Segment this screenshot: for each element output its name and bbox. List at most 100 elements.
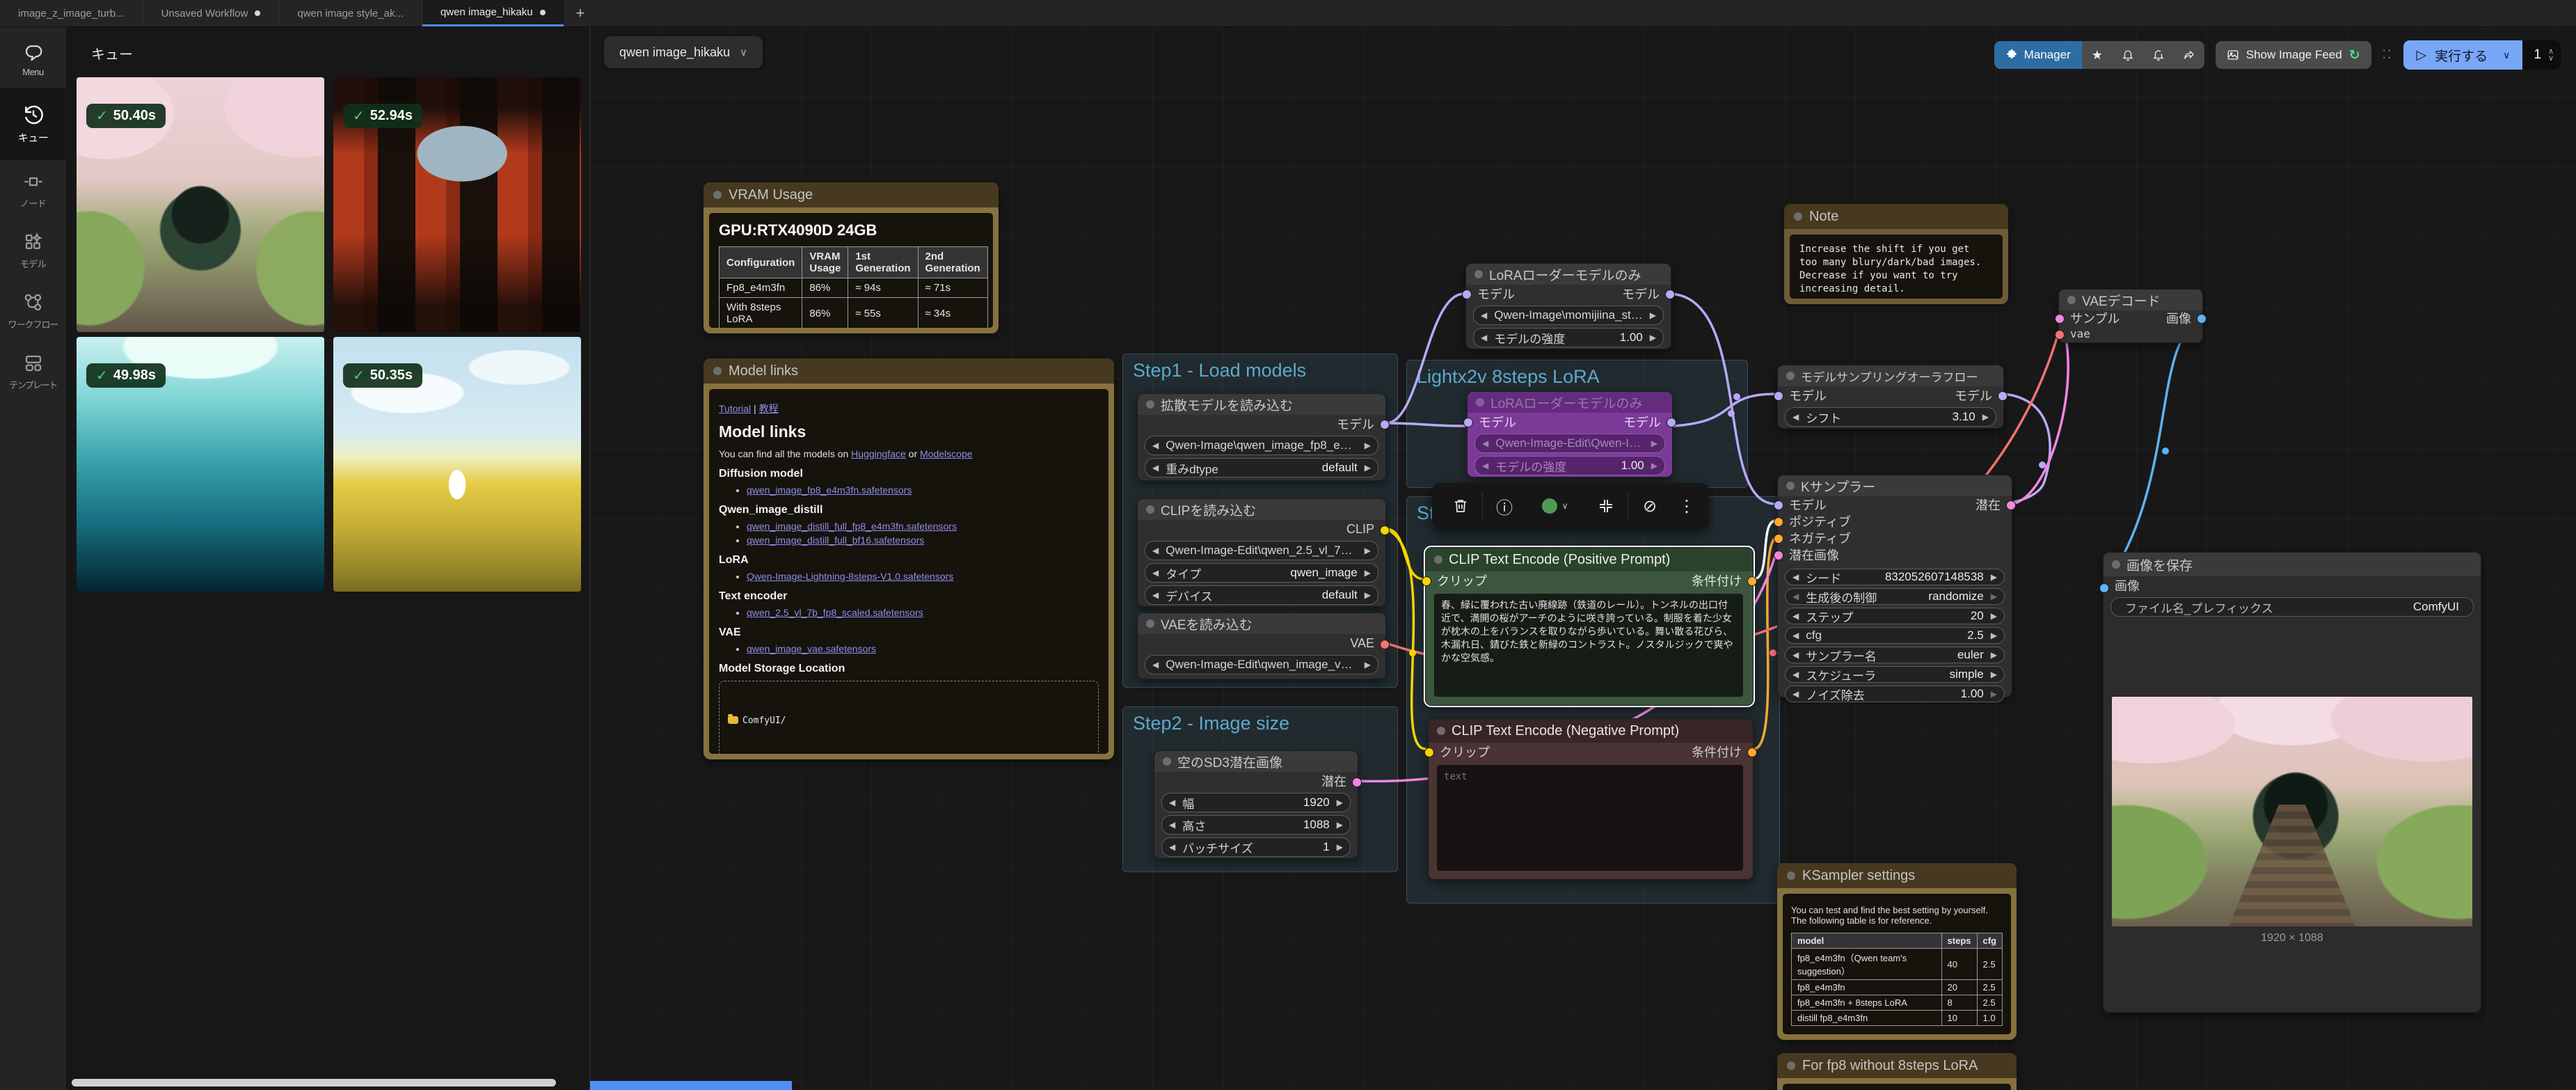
filename-prefix-widget[interactable]: ファイル名_プレフィックス ComfyUI	[2110, 597, 2474, 617]
manager-button[interactable]: Manager	[1994, 41, 2082, 69]
sidebar-item-nodes[interactable]: ノード	[0, 160, 66, 221]
lora-loader-bypassed-node[interactable]: LoRAローダーモデルのみ モデル モデル ◀Qwen-Image-Edit\Q…	[1467, 391, 1673, 477]
collapse-node-button[interactable]	[1584, 483, 1628, 529]
width-widget[interactable]: ◀幅 1920▶	[1161, 793, 1351, 812]
load-clip-header[interactable]: CLIPを読み込む	[1138, 499, 1385, 520]
lora-loader-node[interactable]: LoRAローダーモデルのみ モデル モデル ◀Qwen-Image\momiji…	[1465, 263, 1671, 349]
input-slot-model[interactable]	[1462, 290, 1472, 299]
negative-prompt-textarea[interactable]	[1437, 765, 1743, 871]
clip-device-widget[interactable]: ◀デバイス default▶	[1145, 585, 1378, 605]
huggingface-link[interactable]: Huggingface	[851, 448, 906, 459]
ksampler-header[interactable]: Kサンプラー	[1778, 475, 2012, 496]
favorites-button[interactable]: ★	[2082, 41, 2113, 69]
output-slot-image[interactable]	[2197, 314, 2207, 324]
bypass-node-button[interactable]: ⊘	[1628, 483, 1671, 529]
lora-loader-bypassed-header[interactable]: LoRAローダーモデルのみ	[1468, 392, 1672, 413]
load-diffusion-header[interactable]: 拡散モデルを読み込む	[1138, 394, 1385, 415]
node-collapse-dot[interactable]	[1146, 619, 1154, 628]
tab-workflow-4-active[interactable]: qwen image_hikaku	[422, 0, 564, 26]
model-links-node[interactable]: Model links Tutorial | 教程 Model links Yo…	[703, 358, 1114, 759]
positive-node-header[interactable]: CLIP Text Encode (Positive Prompt)	[1426, 548, 1753, 571]
output-slot-latent[interactable]	[1352, 777, 1362, 787]
modelscope-link[interactable]: Modelscope	[920, 448, 973, 459]
ksampler-settings-node[interactable]: KSampler settings You can test and find …	[1777, 863, 2017, 1040]
for-fp8-note-node[interactable]: For fp8 without 8steps LoRA Set cfg to 1…	[1777, 1053, 2017, 1090]
node-collapse-dot[interactable]	[1163, 757, 1171, 766]
node-collapse-dot[interactable]	[1146, 400, 1154, 409]
model-file-link[interactable]: qwen_image_vae.safetensors	[747, 643, 876, 654]
input-slot-clip[interactable]	[1424, 748, 1434, 757]
load-diffusion-node[interactable]: 拡散モデルを読み込む モデル ◀Qwen-Image\qwen_image_fp…	[1137, 393, 1386, 481]
model-file-link[interactable]: qwen_2.5_vl_7b_fp8_scaled.safetensors	[747, 607, 923, 618]
sidebar-item-models[interactable]: モデル	[0, 221, 66, 281]
save-image-header[interactable]: 画像を保存	[2104, 553, 2481, 576]
queue-result-thumbnail-2[interactable]: ✓52.94s	[333, 77, 581, 332]
unet-name-widget[interactable]: ◀Qwen-Image\qwen_image_fp8_e4m3fn.saf ..…	[1145, 436, 1378, 455]
note-node[interactable]: Note Increase the shift if you get too m…	[1784, 204, 2008, 304]
output-slot-clip[interactable]	[1380, 526, 1390, 535]
batch-size-widget[interactable]: ◀バッチサイズ 1▶	[1161, 837, 1351, 857]
ksampler-settings-header[interactable]: KSampler settings	[1777, 863, 2017, 888]
node-collapse-dot[interactable]	[1787, 871, 1795, 880]
queue-result-thumbnail-1[interactable]: ✓50.40s	[77, 77, 324, 332]
lora-loader-header[interactable]: LoRAローダーモデルのみ	[1466, 264, 1671, 285]
node-collapse-dot[interactable]	[1474, 270, 1483, 278]
workflow-name-dropdown[interactable]: qwen image_hikaku ∨	[604, 36, 763, 68]
negative-node-header[interactable]: CLIP Text Encode (Negative Prompt)	[1429, 719, 1753, 743]
output-slot-vae[interactable]	[1380, 640, 1390, 649]
node-collapse-dot[interactable]	[713, 191, 722, 199]
denoise-widget[interactable]: ◀ノイズ除去 1.00▶	[1785, 686, 2005, 702]
model-sampling-auraflow-node[interactable]: モデルサンプリングオーラフロー モデル モデル ◀シフト 3.10▶	[1777, 365, 2004, 429]
model-file-link[interactable]: qwen_image_fp8_e4m3fn.safetensors	[747, 484, 912, 496]
output-slot-model[interactable]	[1998, 391, 2007, 401]
note-header[interactable]: Note	[1784, 204, 2008, 229]
input-slot-image[interactable]	[2099, 583, 2109, 593]
node-collapse-dot[interactable]	[1794, 212, 1802, 221]
sidebar-item-templates[interactable]: テンプレート	[0, 342, 66, 402]
notification-button[interactable]	[2113, 41, 2143, 69]
node-canvas[interactable]: Step1 - Load models Step2 - Image size L…	[590, 26, 2576, 1090]
msaf-header[interactable]: モデルサンプリングオーラフロー	[1778, 365, 2003, 386]
queue-result-thumbnail-4[interactable]: ✓50.35s	[333, 337, 581, 592]
tab-workflow-3[interactable]: qwen image style_ak...	[279, 0, 422, 26]
run-button[interactable]: ▷実行する ∨	[2403, 40, 2522, 70]
output-slot-model[interactable]	[1380, 420, 1390, 429]
scheduler-widget[interactable]: ◀スケジューラ simple▶	[1785, 666, 2005, 683]
model-file-link[interactable]: qwen_image_distill_full_fp8_e4m3fn.safet…	[747, 521, 957, 532]
node-status-button[interactable]: ∨	[1526, 483, 1584, 529]
input-slot-positive[interactable]	[1774, 517, 1783, 527]
tutorial-zh-link[interactable]: 教程	[759, 403, 779, 414]
control-after-generate-widget[interactable]: ◀生成後の制御 randomize▶	[1785, 588, 2005, 605]
generated-image-preview[interactable]	[2112, 697, 2472, 926]
delete-node-button[interactable]	[1439, 483, 1482, 529]
save-image-node[interactable]: 画像を保存 画像 ファイル名_プレフィックス ComfyUI 1920 × 10…	[2103, 552, 2481, 1013]
model-file-link[interactable]: Qwen-Image-Lightning-8steps-V1.0.safeten…	[747, 571, 953, 582]
model-file-link[interactable]: qwen_image_distill_full_bf16.safetensors	[747, 535, 924, 546]
steps-widget[interactable]: ◀ステップ 20▶	[1785, 608, 2005, 624]
node-collapse-dot[interactable]	[1437, 727, 1445, 735]
ksampler-node[interactable]: Kサンプラー モデル 潜在 ポジティブ ネガティブ 潜在画像 ◀シード 8320…	[1777, 475, 2012, 697]
node-collapse-dot[interactable]	[2067, 296, 2076, 304]
node-collapse-dot[interactable]	[1434, 555, 1442, 564]
note-text[interactable]: Increase the shift if you get too many b…	[1790, 235, 2003, 299]
node-info-button[interactable]: ⓘ	[1483, 483, 1526, 529]
seed-widget[interactable]: ◀シード 832052607148538▶	[1785, 569, 2005, 585]
empty-latent-header[interactable]: 空のSD3潜在画像	[1154, 751, 1358, 772]
tutorial-link[interactable]: Tutorial	[719, 403, 751, 414]
sidebar-item-menu[interactable]: Menu	[0, 26, 66, 88]
input-slot-latent[interactable]	[1774, 551, 1783, 560]
lora-name-widget[interactable]: ◀Qwen-Image\momijiina_style.saf ...▶	[1473, 306, 1664, 325]
node-collapse-dot[interactable]	[1476, 398, 1484, 406]
output-slot-conditioning[interactable]	[1747, 748, 1757, 757]
tab-workflow-1[interactable]: image_z_image_turb...	[0, 0, 143, 26]
sidebar-item-workflows[interactable]: ワークフロー	[0, 281, 66, 342]
output-slot-model[interactable]	[1665, 290, 1675, 299]
vae-name-widget[interactable]: ◀Qwen-Image-Edit\qwen_image_vae.safeten …	[1145, 655, 1378, 674]
node-collapse-dot[interactable]	[2112, 560, 2120, 569]
output-slot-latent[interactable]	[2006, 500, 2016, 510]
input-slot-clip[interactable]	[1422, 576, 1431, 586]
new-tab-button[interactable]: +	[564, 0, 598, 26]
node-collapse-dot[interactable]	[1787, 1061, 1795, 1070]
node-collapse-dot[interactable]	[1146, 505, 1154, 514]
tab-workflow-2[interactable]: Unsaved Workflow	[143, 0, 280, 26]
